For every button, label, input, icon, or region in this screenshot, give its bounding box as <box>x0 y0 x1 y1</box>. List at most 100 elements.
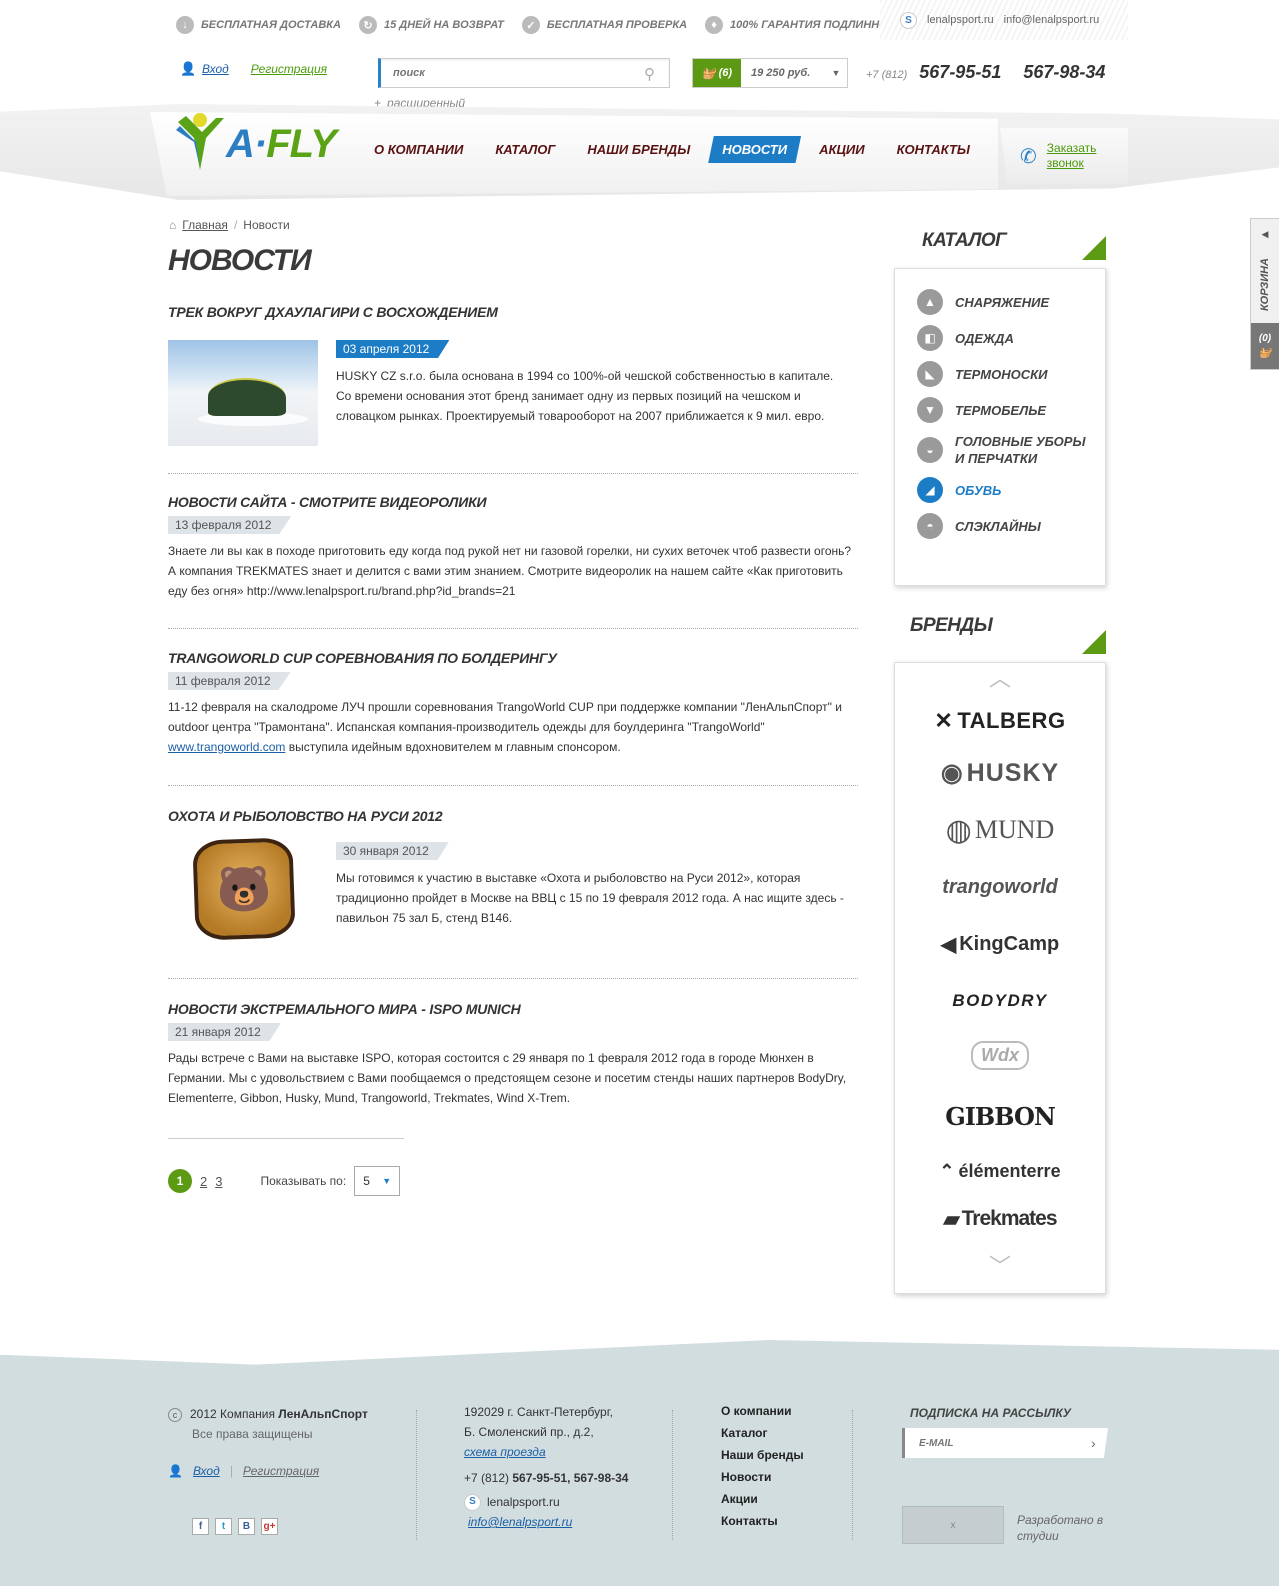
footer-login-link[interactable]: Вход <box>193 1464 220 1478</box>
page-link[interactable]: 2 <box>200 1174 207 1189</box>
brand-elementerre[interactable]: ⌃ élémenterre <box>895 1149 1105 1193</box>
footer-link-promo[interactable]: Акции <box>721 1492 804 1506</box>
register-link[interactable]: Регистрация <box>251 62 327 76</box>
hat-icon: ◒ <box>917 437 943 463</box>
brand-trekmates[interactable]: ▰ Trekmates <box>895 1193 1105 1245</box>
catalog-item-slacklines[interactable]: ◓ Слэклайны <box>917 513 1105 539</box>
brand-husky[interactable]: ◉ HUSKY <box>895 747 1105 799</box>
studio-logo[interactable]: x <box>902 1506 1004 1544</box>
news-image-tent[interactable] <box>168 340 318 446</box>
google-plus-icon[interactable]: g+ <box>261 1518 278 1535</box>
page-current[interactable]: 1 <box>168 1169 192 1193</box>
nav-item-news[interactable]: Новости <box>708 136 802 163</box>
news-title[interactable]: Охота и рыболовство на Руси 2012 <box>168 808 858 824</box>
cart-widget[interactable]: 🧺 (6) 19 250 руб. ▼ <box>692 58 848 88</box>
chevron-up-icon[interactable]: ︿ <box>895 668 1105 690</box>
twitter-icon[interactable]: t <box>215 1518 232 1535</box>
footer-skype: S lenalpsport.ru <box>464 1492 628 1512</box>
brand-talberg[interactable]: ✕ TALBERG <box>895 695 1105 747</box>
news-title[interactable]: TrangoWorld Cup соревнования по болдерин… <box>168 650 858 666</box>
brand-mund[interactable]: ◍ MUND <box>895 799 1105 861</box>
brand-label: trangoworld <box>942 875 1058 898</box>
map-link[interactable]: схема проезда <box>464 1445 546 1459</box>
catalog-item-equipment[interactable]: ▲ Снаряжение <box>917 289 1105 315</box>
footer-phone-prefix: +7 (812) <box>464 1471 513 1485</box>
per-page-select[interactable]: 5 ▼ <box>354 1166 401 1196</box>
news-image-bear[interactable]: 🐻 <box>192 836 296 942</box>
news-body: 03 апреля 2012 HUSKY CZ s.r.o. была осно… <box>336 340 846 426</box>
page-link[interactable]: 3 <box>215 1174 222 1189</box>
tent-icon: ▲ <box>917 289 943 315</box>
brand-windxtrem[interactable]: Wdx <box>895 1027 1105 1083</box>
logo-text-blue: A· <box>226 122 267 166</box>
trekmates-logo-icon: ▰ <box>943 1207 959 1231</box>
user-icon: 👤 <box>168 1464 183 1478</box>
news-date: 30 января 2012 <box>336 842 449 860</box>
nav-item-contacts[interactable]: Контакты <box>883 136 984 163</box>
footer-email-link[interactable]: info@lenalpsport.ru <box>464 1515 572 1529</box>
login-link[interactable]: Вход <box>202 62 229 76</box>
brand-bodydry[interactable]: BODYDRY <box>895 975 1105 1027</box>
callback-link[interactable]: Заказать звонок <box>1047 141 1107 171</box>
phone-icon: ✆ <box>1020 145 1037 168</box>
brand-label: GIBBON <box>945 1101 1056 1131</box>
footer-divider <box>852 1410 853 1540</box>
cart-side-tab[interactable]: ◀ Корзина (0) 🧺 <box>1250 218 1279 370</box>
news-divider <box>168 473 858 474</box>
news-divider <box>168 628 858 629</box>
sock-icon: ◣ <box>917 361 943 387</box>
footer-address: 192029 г. Санкт-Петербург, Б. Смоленский… <box>464 1402 628 1532</box>
news-title[interactable]: Новости экстремального мира - ISPO Munic… <box>168 1001 858 1017</box>
catalog-item-hats[interactable]: ◒ Головные уборы и перчатки <box>917 433 1105 467</box>
brand-label: Trekmates <box>961 1207 1058 1230</box>
search-box: ⚲ <box>378 58 670 88</box>
catalog-item-label: Одежда <box>955 330 1014 346</box>
brand-kingcamp[interactable]: ◀ KingCamp <box>895 913 1105 975</box>
chevron-down-icon[interactable]: ▼ <box>825 59 847 87</box>
footer-link-brands[interactable]: Наши бренды <box>721 1448 804 1462</box>
footer-link-contacts[interactable]: Контакты <box>721 1514 804 1528</box>
footer-skype-label[interactable]: lenalpsport.ru <box>487 1492 560 1512</box>
brand-trangoworld[interactable]: trangoworld <box>895 861 1105 913</box>
footer-link-catalog[interactable]: Каталог <box>721 1426 804 1440</box>
nav-item-brands[interactable]: Наши бренды <box>573 136 704 163</box>
vkontakte-icon[interactable]: B <box>238 1518 255 1535</box>
news-text: Мы готовимся к участию в выставке «Охота… <box>336 871 844 925</box>
catalog-item-label: Головные уборы и перчатки <box>955 434 1086 466</box>
header-phones: +7 (812) 567-95-51 567-98-34 <box>866 62 1105 83</box>
perks-bar: ↓ Бесплатная доставка ↻ 15 дней на возвр… <box>176 16 910 34</box>
elementerre-logo-icon: ⌃ <box>939 1160 955 1181</box>
footer-link-news[interactable]: Новости <box>721 1470 804 1484</box>
breadcrumb-separator: / <box>233 218 238 232</box>
news-external-link[interactable]: www.trangoworld.com <box>168 740 285 754</box>
catalog-item-socks[interactable]: ◣ Термоноски <box>917 361 1105 387</box>
search-icon[interactable]: ⚲ <box>644 65 655 83</box>
catalog-item-underwear[interactable]: ▼ Термобелье <box>917 397 1105 423</box>
nav-item-catalog[interactable]: Каталог <box>481 136 569 163</box>
arrow-right-icon[interactable]: › <box>1091 1435 1096 1451</box>
tent-shape <box>208 378 286 416</box>
facebook-icon[interactable]: f <box>192 1518 209 1535</box>
cart-sum: 19 250 руб. <box>751 67 811 79</box>
logo[interactable]: A·FLY <box>172 110 352 174</box>
header-skype[interactable]: lenalpsport.ru <box>927 14 994 26</box>
search-input[interactable] <box>381 59 621 87</box>
email-field[interactable] <box>919 1437 1079 1449</box>
footer-register-link[interactable]: Регистрация <box>243 1464 319 1478</box>
perk-return: ↻ 15 дней на возврат <box>358 16 504 34</box>
catalog-item-label: Термобелье <box>955 402 1047 418</box>
catalog-title: Каталог <box>922 230 1007 251</box>
news-title[interactable]: Трек вокруг Дхаулагири с восхождением <box>168 304 858 320</box>
header-email[interactable]: info@lenalpsport.ru <box>1004 14 1100 26</box>
news-title[interactable]: Новости сайта - смотрите видеоролики <box>168 494 858 510</box>
perk-check: ✓ Бесплатная проверка <box>521 16 687 34</box>
footer-link-about[interactable]: О компании <box>721 1404 804 1418</box>
catalog-item-shoes[interactable]: ◢ Обувь <box>917 477 1105 503</box>
nav-item-about[interactable]: О компании <box>360 136 477 163</box>
chevron-down-icon[interactable]: ﹀ <box>895 1256 1105 1278</box>
breadcrumb-home[interactable]: Главная <box>182 218 228 232</box>
side-tab-label: Корзина <box>1259 258 1271 311</box>
catalog-item-clothing[interactable]: ◧ Одежда <box>917 325 1105 351</box>
brand-gibbon[interactable]: GIBBON <box>895 1083 1105 1149</box>
nav-item-promo[interactable]: Акции <box>805 136 879 163</box>
